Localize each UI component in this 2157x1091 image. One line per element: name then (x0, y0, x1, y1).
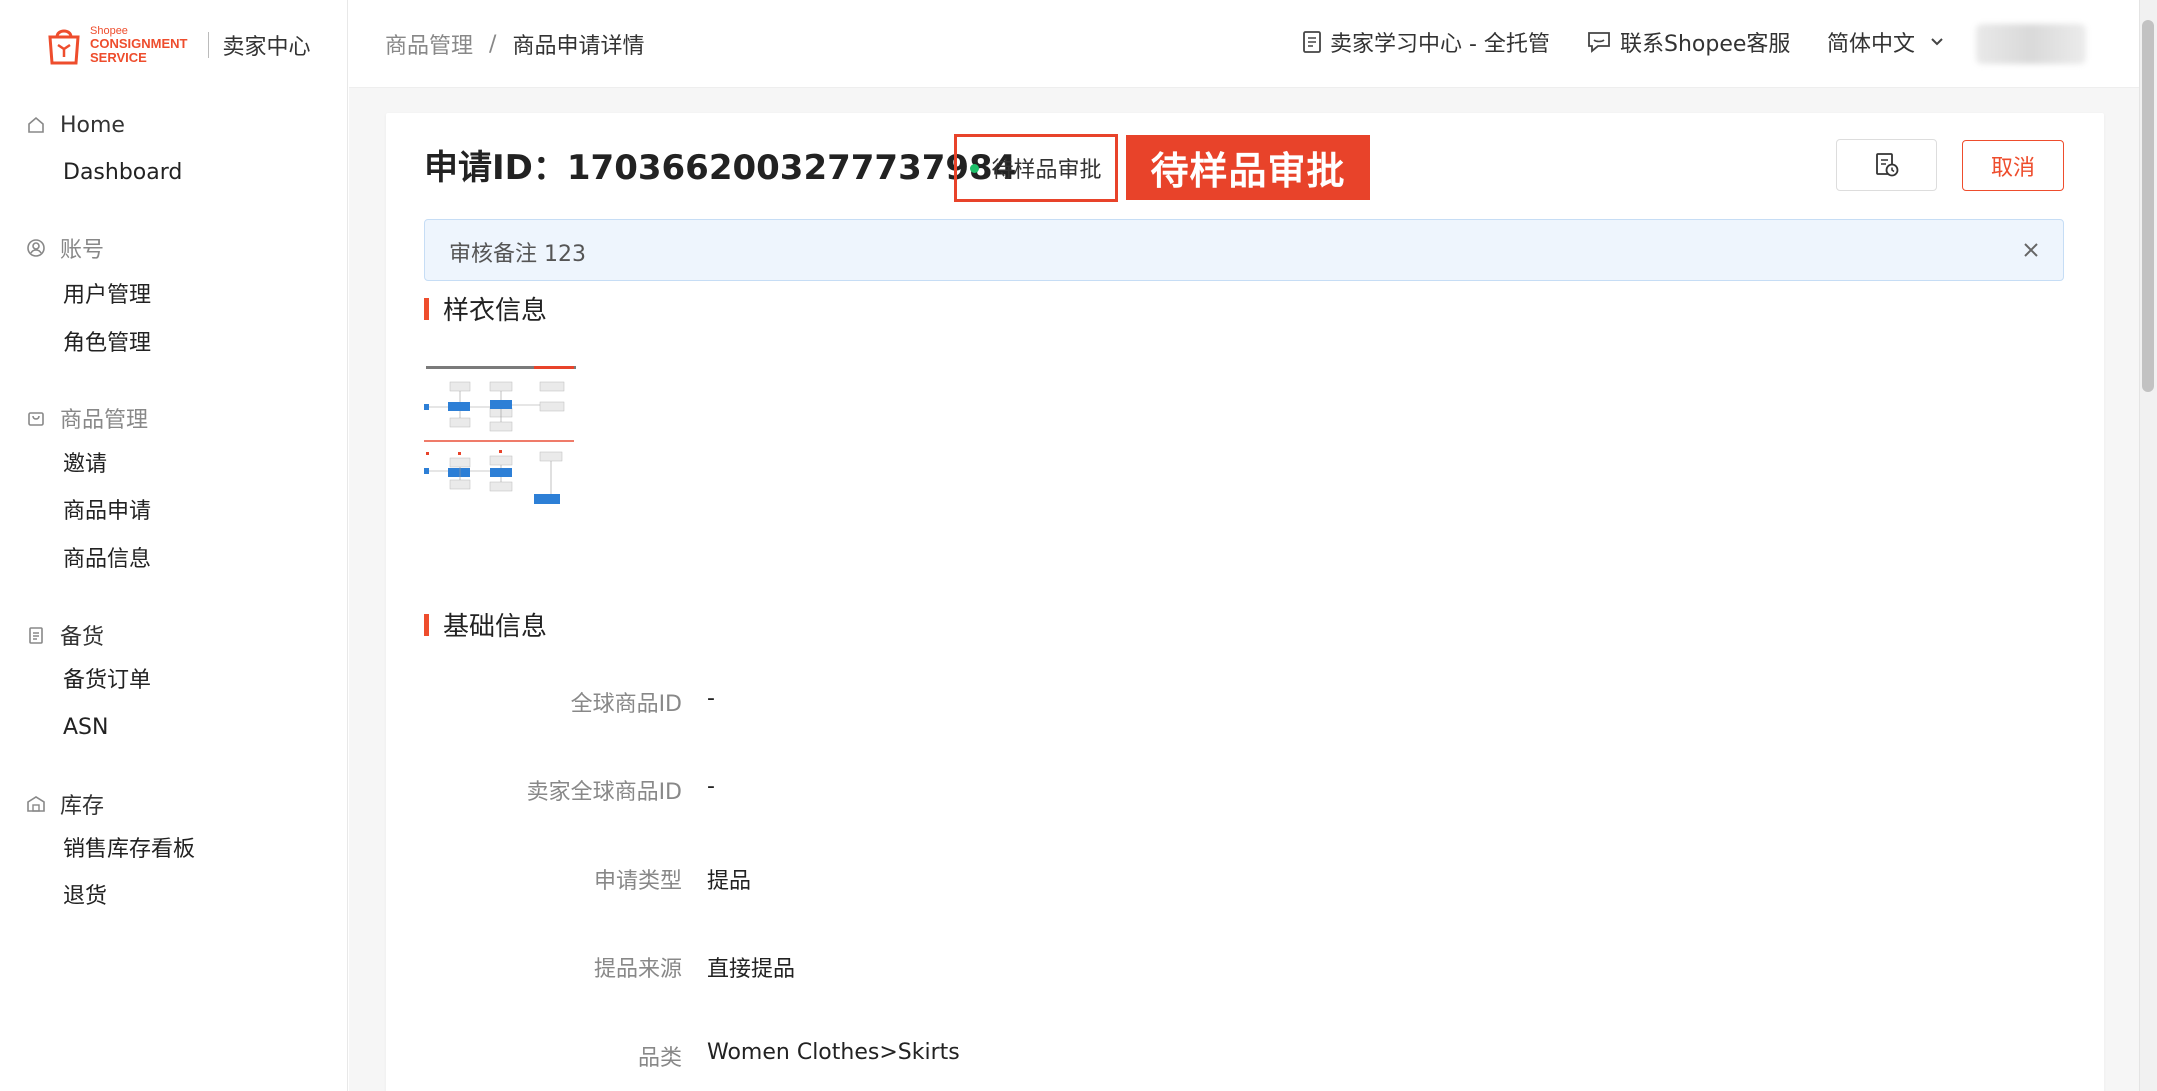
field-label: 全球商品ID (570, 692, 682, 717)
request-id-value: 1703662003277737984 (566, 148, 1017, 188)
nav-group-label: Home (60, 112, 125, 138)
cancel-button[interactable]: 取消 (1962, 140, 2064, 191)
breadcrumb-product-management[interactable]: 商品管理 (385, 28, 473, 60)
breadcrumb-current: 商品申请详情 (512, 34, 645, 59)
seller-center-title: 卖家中心 (222, 35, 311, 60)
field-global-product-id: 全球商品ID - (424, 686, 2024, 717)
section-accent-bar (424, 297, 429, 320)
sidebar-item-stock-orders[interactable]: 备货订单 (63, 666, 151, 696)
chevron-down-icon (1931, 38, 1943, 46)
nav-group-home[interactable]: Home (26, 110, 125, 140)
home-icon (28, 116, 44, 133)
logo-divider (207, 32, 209, 58)
field-value: 提品 (707, 869, 752, 894)
warehouse-icon (27, 796, 45, 812)
breadcrumb-separator: / (489, 31, 497, 57)
field-application-type: 申请类型 提品 (424, 863, 2024, 894)
field-value: Women Clothes>Skirts (707, 1040, 960, 1065)
chat-icon (1588, 32, 1610, 53)
document-clock-icon (1875, 153, 1898, 177)
brand-logo[interactable]: Shopee CONSIGNMENT SERVICE 卖家中心 (44, 20, 311, 70)
nav-group-stocking[interactable]: 备货 (26, 620, 104, 650)
section-accent-bar (424, 613, 429, 636)
alert-text: 审核备注 123 (449, 242, 586, 267)
nav-group-label: 库存 (60, 794, 105, 819)
field-value: - (707, 686, 715, 711)
field-value: - (707, 774, 715, 799)
request-id-heading: 申请ID：1703662003277737984 (424, 148, 1017, 188)
sidebar-item-user-management[interactable]: 用户管理 (63, 281, 151, 311)
nav-group-label: 商品管理 (60, 408, 149, 433)
sidebar-item-asn[interactable]: ASN (63, 713, 108, 743)
user-avatar-blurred[interactable] (1976, 24, 2086, 64)
field-label: 提品来源 (593, 957, 682, 982)
language-selector[interactable]: 简体中文 (1827, 26, 1945, 58)
section-title-basic-info: 基础信息 (424, 606, 547, 643)
user-circle-icon (27, 239, 45, 257)
sidebar-item-product-application[interactable]: 商品申请 (63, 497, 151, 527)
status-dot-icon (970, 163, 980, 173)
nav-group-label: 账号 (60, 238, 105, 263)
sidebar: Shopee CONSIGNMENT SERVICE 卖家中心 Home Das… (0, 0, 348, 1091)
shopping-bag-logo-icon (48, 29, 80, 65)
review-note-alert: 审核备注 123 (424, 219, 2064, 281)
logo-wordmark: Shopee CONSIGNMENT SERVICE (90, 24, 188, 65)
status-badge: 待样品审批 (954, 134, 1118, 202)
field-label: 品类 (637, 1046, 682, 1071)
section-title-sample-info: 样衣信息 (424, 290, 547, 327)
field-value: 直接提品 (707, 957, 796, 982)
bag-icon (28, 412, 44, 426)
sidebar-item-dashboard[interactable]: Dashboard (63, 158, 182, 188)
sidebar-item-invite[interactable]: 邀请 (63, 450, 107, 480)
nav-group-label: 备货 (60, 625, 105, 650)
sidebar-item-sales-inventory-board[interactable]: 销售库存看板 (63, 835, 195, 865)
page-scrollbar-thumb[interactable] (2142, 20, 2154, 392)
field-category: 品类 Women Clothes>Skirts (424, 1040, 2024, 1071)
document-icon (1303, 31, 1321, 53)
clipboard-icon (29, 627, 43, 644)
sample-image-thumbnail[interactable] (424, 360, 578, 514)
history-log-button[interactable] (1836, 139, 1937, 191)
field-listing-source: 提品来源 直接提品 (424, 951, 2024, 982)
field-seller-global-product-id: 卖家全球商品ID - (424, 774, 2024, 805)
nav-group-account[interactable]: 账号 (26, 233, 104, 263)
flowchart-thumbnail-image (424, 360, 578, 514)
contact-service-link[interactable]: 联系Shopee客服 (1586, 26, 1790, 58)
sidebar-item-role-management[interactable]: 角色管理 (63, 329, 151, 359)
sidebar-item-product-info[interactable]: 商品信息 (63, 545, 151, 575)
field-label: 申请类型 (593, 869, 682, 894)
breadcrumb: 商品管理 / 商品申请详情 (385, 28, 644, 60)
learning-center-link[interactable]: 卖家学习中心 - 全托管 (1302, 26, 1550, 58)
close-icon[interactable] (2017, 236, 2045, 264)
nav-group-product-management[interactable]: 商品管理 (26, 403, 148, 433)
nav-group-inventory[interactable]: 库存 (26, 789, 104, 819)
sidebar-item-returns[interactable]: 退货 (63, 882, 107, 912)
status-callout-label: 待样品审批 (1126, 135, 1370, 200)
field-label: 卖家全球商品ID (526, 780, 682, 805)
